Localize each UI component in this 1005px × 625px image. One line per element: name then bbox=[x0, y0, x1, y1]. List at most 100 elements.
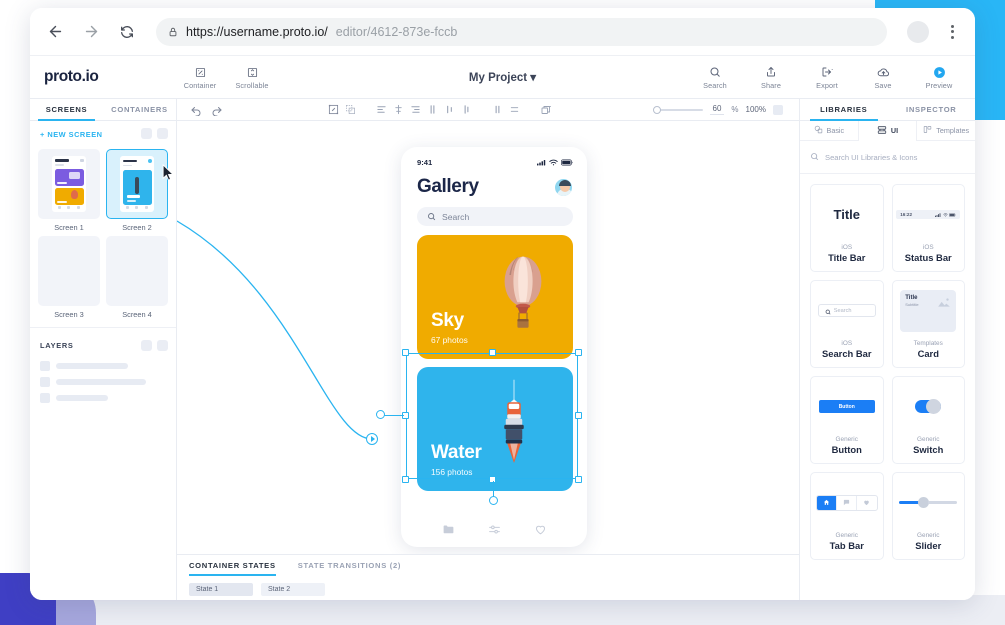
sub-tab-ui[interactable]: UI bbox=[859, 121, 918, 140]
export-button-label: Export bbox=[816, 81, 838, 90]
align-center-h-icon[interactable] bbox=[390, 101, 407, 118]
screen-label: Screen 2 bbox=[122, 223, 152, 232]
screen-thumb-4[interactable]: Screen 4 bbox=[106, 236, 168, 319]
design-canvas[interactable]: 9:41 bbox=[177, 121, 799, 554]
url-text: https://username.proto.io/ bbox=[186, 25, 328, 39]
zoom-slider-handle[interactable] bbox=[653, 106, 661, 114]
library-item-tab-bar[interactable]: Generic Tab Bar bbox=[810, 472, 884, 560]
library-item-slider[interactable]: Generic Slider bbox=[892, 472, 966, 560]
screenshot-root: https://username.proto.io/editor/4612-87… bbox=[0, 0, 1005, 625]
screen-thumb-1[interactable]: Screen 1 bbox=[38, 149, 100, 232]
zoom-preset-button[interactable]: 100% bbox=[746, 105, 766, 114]
undo-icon[interactable] bbox=[187, 101, 204, 118]
fit-to-screen-icon[interactable] bbox=[773, 105, 783, 115]
library-item-category: Generic bbox=[836, 532, 858, 539]
preview-play-icon bbox=[933, 65, 946, 80]
browser-window: https://username.proto.io/editor/4612-87… bbox=[30, 8, 975, 600]
gallery-card-sky[interactable]: Sky 67 photos bbox=[417, 235, 573, 359]
layers-header: LAYERS bbox=[30, 327, 176, 357]
app-header: proto.io Container Scrollable My Project bbox=[30, 56, 975, 99]
sub-tab-ui-label: UI bbox=[891, 126, 898, 135]
sliders-icon[interactable] bbox=[488, 523, 501, 536]
redo-icon[interactable] bbox=[208, 101, 225, 118]
scrollable-tool-button[interactable]: Scrollable bbox=[234, 65, 270, 90]
home-icon bbox=[817, 496, 837, 510]
align-right-icon[interactable] bbox=[407, 101, 424, 118]
hot-air-balloon-illustration bbox=[499, 251, 547, 331]
zoom-value-input[interactable]: 60 bbox=[710, 104, 725, 115]
kebab-menu-icon[interactable] bbox=[943, 25, 961, 39]
tab-containers[interactable]: CONTAINERS bbox=[103, 99, 176, 120]
address-bar[interactable]: https://username.proto.io/editor/4612-87… bbox=[156, 18, 887, 46]
export-icon bbox=[821, 65, 833, 80]
preview-title-text: Title bbox=[834, 207, 861, 222]
container-tool-button[interactable]: Container bbox=[182, 65, 218, 90]
align-middle-v-icon[interactable] bbox=[441, 101, 458, 118]
library-item-preview: Title bbox=[811, 185, 883, 244]
screen-thumb-preview-empty bbox=[38, 236, 100, 306]
ui-elements-icon bbox=[877, 125, 887, 137]
layers-action-button-2[interactable] bbox=[157, 340, 168, 351]
screens-grid-view-button[interactable] bbox=[157, 128, 168, 139]
share-icon bbox=[765, 65, 777, 80]
tab-inspector[interactable]: INSPECTOR bbox=[888, 99, 976, 120]
forward-arrow-icon[interactable] bbox=[80, 21, 102, 43]
folder-icon[interactable] bbox=[442, 523, 455, 536]
layer-row[interactable] bbox=[40, 393, 166, 403]
transform-icon[interactable] bbox=[342, 101, 359, 118]
tab-state-transitions[interactable]: STATE TRANSITIONS (2) bbox=[298, 561, 401, 576]
screen-thumb-preview bbox=[106, 149, 168, 219]
preview-button[interactable]: Preview bbox=[921, 65, 957, 90]
export-button[interactable]: Export bbox=[809, 65, 845, 90]
search-button[interactable]: Search bbox=[697, 65, 733, 90]
screen-thumb-3[interactable]: Screen 3 bbox=[38, 236, 100, 319]
layers-action-button-1[interactable] bbox=[141, 340, 152, 351]
library-item-card[interactable]: Title Subtitle Templates Card bbox=[892, 280, 966, 368]
distribute-h-icon[interactable] bbox=[489, 101, 506, 118]
screen-thumb-2[interactable]: Screen 2 bbox=[106, 149, 168, 232]
share-button[interactable]: Share bbox=[753, 65, 789, 90]
screens-list-view-button[interactable] bbox=[141, 128, 152, 139]
tab-container-states[interactable]: CONTAINER STATES bbox=[189, 561, 276, 576]
library-item-switch[interactable]: Generic Switch bbox=[892, 376, 966, 464]
library-item-name: Slider bbox=[915, 540, 941, 551]
layer-row[interactable] bbox=[40, 377, 166, 387]
connector-endpoint[interactable] bbox=[366, 433, 378, 445]
left-panel: SCREENS CONTAINERS + NEW SCREEN bbox=[30, 99, 177, 600]
gallery-cards: Sky 67 photos bbox=[401, 226, 587, 491]
zoom-slider[interactable] bbox=[655, 109, 703, 111]
library-item-search-bar[interactable]: Search iOS Search Bar bbox=[810, 280, 884, 368]
layer-row[interactable] bbox=[40, 361, 166, 371]
browser-profile-avatar[interactable] bbox=[907, 21, 929, 43]
layers-order-icon[interactable] bbox=[537, 101, 554, 118]
link-handle[interactable] bbox=[376, 410, 385, 419]
library-search-field[interactable]: Search UI Libraries & Icons bbox=[800, 141, 975, 174]
app-logo[interactable]: proto.io bbox=[44, 68, 164, 86]
distribute-v-icon[interactable] bbox=[506, 101, 523, 118]
library-item-button[interactable]: Button Generic Button bbox=[810, 376, 884, 464]
phone-title-row: Gallery bbox=[401, 168, 587, 198]
state-chip-2[interactable]: State 2 bbox=[261, 583, 325, 596]
library-item-title-bar[interactable]: Title iOS Title Bar bbox=[810, 184, 884, 272]
sub-tab-templates[interactable]: Templates bbox=[917, 121, 975, 140]
state-chip-1[interactable]: State 1 bbox=[189, 583, 253, 596]
user-avatar[interactable] bbox=[554, 178, 573, 197]
align-left-icon[interactable] bbox=[373, 101, 390, 118]
align-bottom-icon[interactable] bbox=[458, 101, 475, 118]
align-top-icon[interactable] bbox=[424, 101, 441, 118]
reload-icon[interactable] bbox=[116, 21, 138, 43]
layer-thumb bbox=[40, 361, 50, 371]
select-frame-icon[interactable] bbox=[325, 101, 342, 118]
project-title[interactable]: My Project ▾ bbox=[469, 70, 536, 84]
new-screen-button[interactable]: + NEW SCREEN bbox=[40, 121, 102, 145]
save-button[interactable]: Save bbox=[865, 65, 901, 90]
sub-tab-basic[interactable]: Basic bbox=[800, 121, 859, 140]
phone-search-field[interactable]: Search bbox=[417, 207, 573, 226]
gallery-card-water[interactable]: Water 156 photos bbox=[417, 367, 573, 491]
tab-screens[interactable]: SCREENS bbox=[30, 99, 103, 120]
tab-libraries[interactable]: LIBRARIES bbox=[800, 99, 888, 120]
library-search-placeholder: Search UI Libraries & Icons bbox=[825, 153, 917, 162]
back-arrow-icon[interactable] bbox=[44, 21, 66, 43]
heart-icon[interactable] bbox=[534, 523, 547, 536]
library-item-status-bar[interactable]: 16:22 iOS Status Bar bbox=[892, 184, 966, 272]
